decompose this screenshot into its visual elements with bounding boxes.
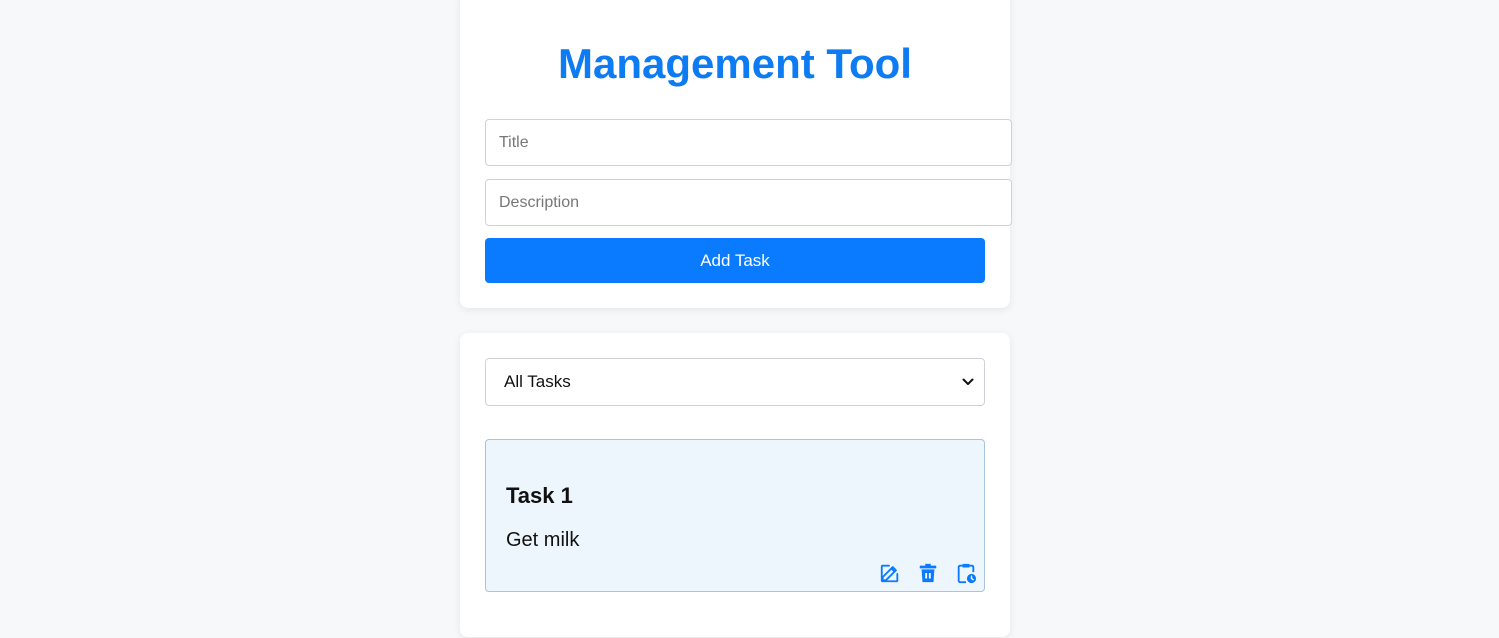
task-item: Task 1 Get milk — [485, 439, 985, 592]
task-actions — [878, 561, 978, 585]
page-title: Management Tool — [558, 40, 912, 87]
task-form-card: Management Tool Add Task — [460, 0, 1012, 308]
chevron-down-icon — [962, 378, 974, 385]
title-input[interactable] — [485, 119, 1012, 166]
trash-icon[interactable] — [916, 561, 940, 585]
task-description: Get milk — [506, 529, 580, 551]
task-list-card: All Tasks Task 1 Get milk — [460, 333, 1010, 637]
clipboard-clock-icon[interactable] — [954, 561, 978, 585]
add-task-button[interactable]: Add Task — [485, 238, 985, 283]
task-filter-selected-value: All Tasks — [504, 372, 571, 391]
task-title: Task 1 — [506, 483, 573, 508]
edit-icon[interactable] — [878, 561, 902, 585]
task-filter-select[interactable]: All Tasks — [485, 358, 985, 406]
description-input[interactable] — [485, 179, 1012, 226]
